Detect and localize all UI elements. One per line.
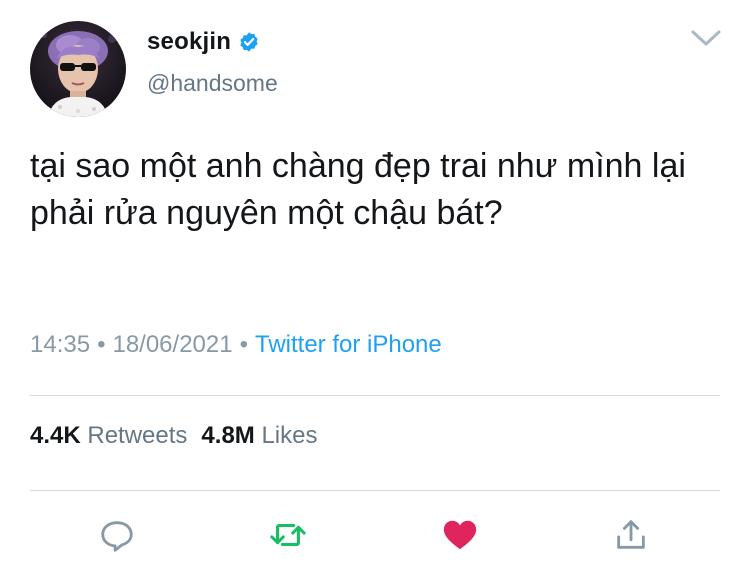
meta-separator: • [239, 331, 248, 358]
chevron-down-icon [691, 30, 721, 46]
likes-count: 4.8M [201, 422, 255, 449]
likes-label: Likes [261, 422, 318, 449]
likes-stat[interactable]: 4.8M Likes [201, 422, 317, 449]
tweet-source-link[interactable]: Twitter for iPhone [255, 331, 442, 358]
avatar[interactable] [30, 21, 126, 117]
avatar-image [41, 31, 116, 117]
tweet-text: tại sao một anh chàng đẹp trai như mình … [30, 147, 686, 232]
retweets-stat[interactable]: 4.4K Retweets [30, 422, 187, 449]
tweet-date[interactable]: 18/06/2021 [112, 331, 232, 358]
share-button[interactable] [609, 515, 653, 555]
display-name[interactable]: seokjin [147, 28, 231, 56]
action-bar [0, 515, 750, 555]
retweet-icon [270, 523, 306, 547]
retweets-label: Retweets [87, 422, 188, 449]
tweet-options-button[interactable] [688, 26, 724, 50]
tweet-meta: 14:35 • 18/06/2021 • Twitter for iPhone [30, 331, 442, 359]
tweet-card: seokjin @handsome tại sao một anh chàng … [0, 0, 750, 569]
share-icon [617, 520, 645, 549]
heart-icon [443, 520, 477, 550]
tweet-stats: 4.4K Retweets 4.8M Likes [30, 422, 317, 450]
divider [30, 490, 720, 491]
reply-button[interactable] [95, 515, 139, 555]
reply-icon [101, 521, 133, 552]
verified-badge-icon [240, 32, 258, 52]
meta-separator: • [97, 331, 106, 358]
user-name-row: seokjin [147, 28, 260, 56]
retweet-button[interactable] [266, 515, 310, 555]
user-handle[interactable]: @handsome [147, 70, 278, 97]
like-button[interactable] [438, 515, 482, 555]
retweets-count: 4.4K [30, 422, 81, 449]
tweet-time: 14:35 [30, 331, 91, 358]
divider [30, 395, 720, 396]
